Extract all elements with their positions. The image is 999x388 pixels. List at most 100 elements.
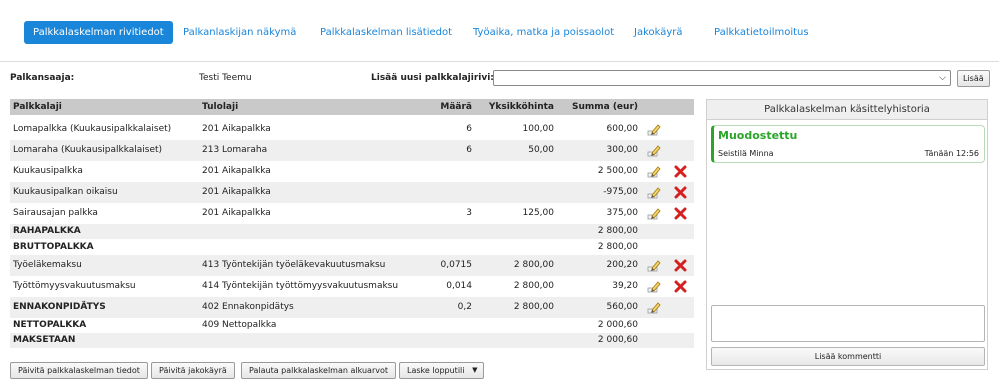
table-row: Kuukausipalkan oikaisu 201 Aikapalkka -975… bbox=[10, 182, 694, 203]
table-row: Työttömyysvakuutusmaksu 414 Työntekijän t… bbox=[10, 276, 694, 297]
edit-icon[interactable] bbox=[647, 280, 661, 294]
table-header: Palkkalaji Tulolaji Määrä Yksikköhinta S… bbox=[10, 99, 694, 115]
cell-palkkalaji: Lomaraha (Kuukausipalkkalaiset) bbox=[13, 145, 163, 155]
cell-tulolaji: 201 Aikapalkka bbox=[202, 187, 271, 197]
recipient-label: Palkansaaja: bbox=[10, 73, 75, 83]
edit-icon[interactable] bbox=[647, 123, 661, 137]
update-curve-button[interactable]: Päivitä jakokäyrä bbox=[151, 362, 235, 379]
col-tulolaji: Tulolaji bbox=[202, 102, 239, 112]
cell-yksikkohinta: 2 800,00 bbox=[513, 281, 554, 291]
update-payslip-button[interactable]: Päivitä palkkalaskelman tiedot bbox=[10, 362, 148, 379]
add-row-button[interactable]: Lisää bbox=[957, 70, 990, 87]
chevron-down-icon: ⌵ bbox=[939, 73, 946, 83]
cell-maara: 6 bbox=[466, 124, 472, 134]
cell-summa: 2 000,60 bbox=[597, 320, 638, 330]
tab-tyoaika-matka-poissaolot[interactable]: Työaika, matka ja poissaolot bbox=[473, 21, 614, 44]
table-row: Sairausajan palkka 201 Aikapalkka 3 125,00 3… bbox=[10, 203, 694, 224]
restore-defaults-button[interactable]: Palauta palkkalaskelman alkuarvot bbox=[241, 362, 397, 379]
table-row: Kuukausipalkka 201 Aikapalkka 2 500,00 bbox=[10, 161, 694, 182]
edit-icon[interactable] bbox=[647, 165, 661, 179]
cell-summa: 39,20 bbox=[612, 281, 638, 291]
col-palkkalaji: Palkkalaji bbox=[13, 102, 62, 112]
table-row: RAHAPALKKA 2 800,00 bbox=[10, 224, 694, 239]
cell-palkkalaji: Kuukausipalkka bbox=[13, 166, 83, 176]
cell-summa: -975,00 bbox=[603, 187, 638, 197]
edit-icon[interactable] bbox=[647, 186, 661, 200]
cell-yksikkohinta: 50,00 bbox=[528, 145, 554, 155]
wage-type-select[interactable]: ⌵ bbox=[493, 70, 951, 86]
cell-tulolaji: 213 Lomaraha bbox=[202, 145, 268, 155]
table-row: Lomapalkka (Kuukausipalkkalaiset) 201 Aik… bbox=[10, 119, 694, 140]
delete-icon[interactable] bbox=[674, 207, 687, 220]
cell-yksikkohinta: 2 800,00 bbox=[513, 302, 554, 312]
history-user: Seistilä Minna bbox=[718, 149, 774, 158]
recipient-name: Testi Teemu bbox=[199, 73, 252, 83]
col-summa: Summa (eur) bbox=[571, 102, 638, 112]
table-row: NETTOPALKKA 409 Nettopalkka 2 000,60 bbox=[10, 318, 694, 333]
cell-palkkalaji: MAKSETAAN bbox=[13, 335, 76, 345]
delete-icon[interactable] bbox=[674, 165, 687, 178]
cell-tulolaji: 413 Työntekijän työeläkevakuutusmaksu bbox=[202, 260, 386, 270]
cell-palkkalaji: Sairausajan palkka bbox=[13, 208, 98, 218]
cell-palkkalaji: ENNAKONPIDÄTYS bbox=[13, 302, 106, 312]
cell-summa: 200,20 bbox=[606, 260, 639, 270]
col-yksikkohinta: Yksikköhinta bbox=[488, 102, 554, 112]
history-entry: Muodostettu Seistilä Minna Tänään 12:56 bbox=[711, 125, 985, 163]
cell-palkkalaji: Työeläkemaksu bbox=[13, 260, 82, 270]
cell-palkkalaji: NETTOPALKKA bbox=[13, 320, 87, 330]
history-time: Tänään 12:56 bbox=[924, 149, 979, 158]
calculate-final-pay-label: Laske lopputili bbox=[407, 366, 465, 375]
comment-textarea[interactable] bbox=[711, 305, 985, 342]
cell-summa: 375,00 bbox=[606, 208, 639, 218]
edit-icon[interactable] bbox=[647, 144, 661, 158]
cell-palkkalaji: Kuukausipalkan oikaisu bbox=[13, 187, 118, 197]
delete-icon[interactable] bbox=[674, 186, 687, 199]
cell-maara: 0,014 bbox=[446, 281, 472, 291]
history-status: Muodostettu bbox=[718, 129, 798, 142]
table-row: Lomaraha (Kuukausipalkkalaiset) 213 Lomar… bbox=[10, 140, 694, 161]
tab-jakokayra[interactable]: Jakokäyrä bbox=[634, 21, 683, 44]
history-panel: Palkkalaskelman käsittelyhistoria Muodos… bbox=[706, 99, 988, 370]
cell-palkkalaji: RAHAPALKKA bbox=[13, 226, 81, 236]
cell-maara: 3 bbox=[466, 208, 472, 218]
cell-summa: 2 800,00 bbox=[597, 226, 638, 236]
history-title: Palkkalaskelman käsittelyhistoria bbox=[707, 100, 987, 120]
cell-summa: 560,00 bbox=[606, 302, 639, 312]
delete-icon[interactable] bbox=[674, 280, 687, 293]
edit-icon[interactable] bbox=[647, 259, 661, 273]
cell-tulolaji: 201 Aikapalkka bbox=[202, 166, 271, 176]
calculate-final-pay-button[interactable]: Laske lopputili ▼ bbox=[399, 362, 484, 379]
cell-tulolaji: 201 Aikapalkka bbox=[202, 208, 271, 218]
cell-summa: 2 500,00 bbox=[597, 166, 638, 176]
edit-icon[interactable] bbox=[647, 301, 661, 315]
cell-yksikkohinta: 125,00 bbox=[522, 208, 555, 218]
cell-summa: 600,00 bbox=[606, 124, 639, 134]
cell-summa: 300,00 bbox=[606, 145, 639, 155]
cell-summa: 2 000,60 bbox=[597, 335, 638, 345]
table-row: BRUTTOPALKKA 2 800,00 bbox=[10, 239, 694, 255]
cell-maara: 0,2 bbox=[457, 302, 472, 312]
tab-palkkalaskelman-lisatiedot[interactable]: Palkkalaskelman lisätiedot bbox=[320, 21, 452, 44]
tab-palkanlaskijan-nakyma[interactable]: Palkanlaskijan näkymä bbox=[183, 21, 296, 44]
add-comment-button[interactable]: Lisää kommentti bbox=[711, 347, 985, 366]
cell-palkkalaji: BRUTTOPALKKA bbox=[13, 242, 94, 252]
cell-maara: 6 bbox=[466, 145, 472, 155]
tab-palkkalaskelman-rivitiedot[interactable]: Palkkalaskelman rivitiedot bbox=[24, 21, 173, 44]
tab-palkkatietoilmoitus[interactable]: Palkkatietoilmoitus bbox=[714, 21, 809, 44]
table-row: Työeläkemaksu 413 Työntekijän työeläkevak… bbox=[10, 255, 694, 276]
cell-yksikkohinta: 100,00 bbox=[522, 124, 555, 134]
cell-tulolaji: 414 Työntekijän työttömyysvakuutusmaksu bbox=[202, 281, 399, 291]
cell-tulolaji: 201 Aikapalkka bbox=[202, 124, 271, 134]
add-row-label: Lisää uusi palkkalajirivi: bbox=[371, 73, 494, 83]
delete-icon[interactable] bbox=[674, 259, 687, 272]
cell-palkkalaji: Lomapalkka (Kuukausipalkkalaiset) bbox=[13, 124, 172, 134]
cell-palkkalaji: Työttömyysvakuutusmaksu bbox=[13, 281, 136, 291]
caret-down-icon: ▼ bbox=[472, 366, 478, 374]
cell-tulolaji: 409 Nettopalkka bbox=[202, 320, 277, 330]
cell-summa: 2 800,00 bbox=[597, 242, 638, 252]
tab-bar: Palkkalaskelman rivitiedot Palkanlaskija… bbox=[0, 0, 999, 62]
edit-icon[interactable] bbox=[647, 207, 661, 221]
col-maara: Määrä bbox=[440, 102, 472, 112]
table-row: ENNAKONPIDÄTYS 402 Ennakonpidätys 0,2 2 800… bbox=[10, 297, 694, 318]
cell-maara: 0,0715 bbox=[440, 260, 473, 270]
